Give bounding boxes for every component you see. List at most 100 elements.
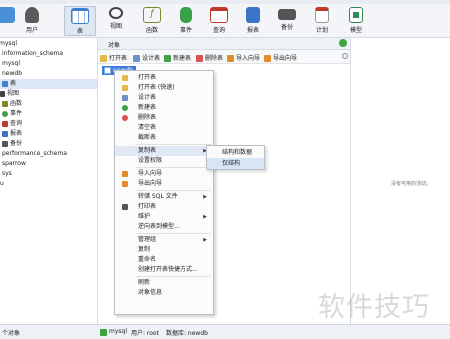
menu-new-table[interactable]: 新建表 [115,103,213,113]
event-icon [180,7,192,23]
submenu-arrow-icon: ▶ [203,194,207,200]
backup-icon [278,9,296,20]
table-icon [71,8,89,24]
query-icon [2,120,8,127]
menu-separator [135,233,211,234]
export-icon [122,181,128,187]
menu-open-table[interactable]: 打开表 [115,73,213,83]
toolbar-function-button[interactable]: ƒ 函数 [136,6,168,36]
table-icon [104,67,111,74]
menu-print-table[interactable]: 打印表 [115,202,213,212]
toolbar-schedule-button[interactable]: 计划 [306,6,338,36]
menu-delete-table[interactable]: 删除表 [115,113,213,123]
backup-icon [2,140,8,147]
tree-item-events[interactable]: 事件 [2,109,22,119]
toolbar-user-button[interactable]: 用户 [16,6,48,36]
submenu-arrow-icon: ▶ [203,214,207,220]
new-table-button[interactable]: 新建表 [164,53,191,62]
info-panel-empty-text: 没有可用的活动。 [391,181,432,187]
new-table-icon [164,55,171,62]
connection-icon [100,329,107,336]
open-table-icon [122,85,128,91]
menu-rename[interactable]: 重命名 [115,255,213,265]
tree-item-mysql[interactable]: mysql [2,59,20,69]
refresh-icon[interactable] [339,39,347,47]
menu-manage-group[interactable]: 管理组 ▶ [115,235,213,245]
info-panel: 没有可用的活动。 [350,38,450,324]
menu-design-table[interactable]: 设计表 [115,93,213,103]
main-toolbar: 用户 表 视图 ƒ 函数 事件 查询 报表 备份 计划 模型 [0,4,450,38]
delete-table-icon [196,55,203,62]
tree-item-backups[interactable]: 备份 [2,139,22,149]
context-menu: 打开表 打开表 (快速) 设计表 新建表 删除表 清空表 截断表 复制表▶ 设置… [114,70,214,315]
open-table-icon [100,55,107,62]
menu-maintain[interactable]: 维护 ▶ [115,212,213,222]
connection-icon [0,7,15,23]
object-tab-header: 对象 [98,38,350,50]
schedule-icon [315,7,329,23]
menu-copy[interactable]: 复制 [115,245,213,255]
design-table-icon [133,55,140,62]
menu-refresh[interactable]: 刷新 [115,278,213,288]
search-icon[interactable] [342,53,348,59]
tree-item-sparrow[interactable]: sparrow [2,159,26,169]
status-bar: 个对象 mysql 用户: root 数据库: newdb [0,324,450,339]
query-icon [210,7,228,23]
view-icon [109,7,123,19]
menu-import-wizard[interactable]: 导入向导 [115,169,213,179]
print-icon [122,204,128,210]
tree-item-functions[interactable]: 函数 [2,99,22,109]
tree-item-queries[interactable]: 查询 [2,119,22,129]
new-table-icon [122,105,128,111]
view-icon [0,90,5,97]
import-wizard-button[interactable]: 导入向导 [227,53,260,62]
menu-separator [135,190,211,191]
menu-set-permissions[interactable]: 设置权限 [115,156,213,166]
toolbar-event-button[interactable]: 事件 [170,6,202,36]
export-wizard-button[interactable]: 导出向导 [264,53,297,62]
toolbar-report-button[interactable]: 报表 [237,6,269,36]
submenu-structure-and-data[interactable]: 结构和数据 [207,147,264,158]
object-tab-title[interactable]: 对象 [108,40,120,49]
duplicate-table-submenu: 结构和数据 仅结构 [206,145,265,170]
menu-duplicate-table[interactable]: 复制表▶ [115,146,213,156]
tree-item-reports[interactable]: 报表 [2,129,22,139]
object-toolbar: 打开表 设计表 新建表 删除表 导入向导 导出向导 [98,50,350,64]
tree-item-tables[interactable]: 表 [0,79,97,89]
toolbar-model-button[interactable]: 模型 [340,6,372,36]
watermark: 软件技巧 [318,292,430,323]
tree-item-performance-schema[interactable]: performance_schema [2,149,67,159]
function-icon [2,100,8,107]
tree-item-views[interactable]: 视图 [0,89,19,99]
status-connection: mysql [109,328,127,335]
submenu-structure-only[interactable]: 仅结构 [207,158,264,169]
toolbar-view-button[interactable]: 视图 [100,6,132,36]
toolbar-table-button[interactable]: 表 [64,6,96,36]
menu-reverse-to-model[interactable]: 逆向表到模型... [115,222,213,232]
menu-open-table-quick[interactable]: 打开表 (快速) [115,83,213,93]
event-icon [2,110,8,117]
report-icon [2,130,8,137]
table-icon [2,80,8,87]
menu-dump-sql[interactable]: 转储 SQL 文件 ▶ [115,192,213,202]
menu-create-shortcut[interactable]: 创建打开表快捷方式... [115,265,213,275]
tree-item-mysql-connection[interactable]: mysql [0,39,17,49]
delete-table-button[interactable]: 删除表 [196,53,223,62]
open-table-button[interactable]: 打开表 [100,53,127,62]
tree-item-newdb[interactable]: newdb [2,69,22,79]
toolbar-query-button[interactable]: 查询 [203,6,235,36]
menu-separator [135,167,211,168]
design-table-button[interactable]: 设计表 [133,53,160,62]
toolbar-backup-button[interactable]: 备份 [271,6,303,36]
menu-separator [135,144,211,145]
menu-object-info[interactable]: 对象信息 [115,288,213,298]
menu-export-wizard[interactable]: 导出向导 [115,179,213,189]
report-icon [246,7,260,23]
tree-item-information-schema[interactable]: information_schema [2,49,63,59]
tree-item-u[interactable]: u [0,179,4,189]
tree-item-sys[interactable]: sys [2,169,12,179]
menu-empty-table[interactable]: 清空表 [115,123,213,133]
delete-table-icon [122,115,128,121]
submenu-arrow-icon: ▶ [203,237,207,243]
menu-truncate-table[interactable]: 截断表 [115,133,213,143]
